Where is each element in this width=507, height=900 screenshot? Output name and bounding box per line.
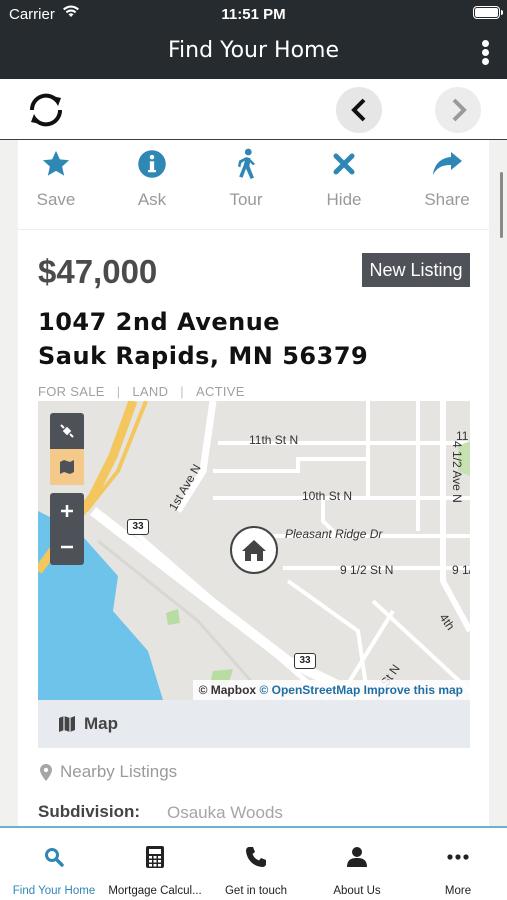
- address-line-1: 1047 2nd Avenue: [38, 308, 281, 336]
- close-icon: [306, 148, 382, 180]
- map-toggle-button[interactable]: Map: [38, 700, 470, 748]
- search-icon: [4, 842, 104, 872]
- user-icon: [307, 842, 407, 872]
- ask-button[interactable]: Ask: [114, 148, 190, 210]
- tab-about-us[interactable]: About Us: [307, 842, 407, 897]
- tab-label: Get in touch: [224, 885, 287, 897]
- map-label: Pleasant Ridge Dr: [285, 527, 383, 541]
- meta-type: FOR SALE: [38, 384, 105, 399]
- status-badge: New Listing: [362, 253, 470, 287]
- zoom-out-button[interactable]: [50, 529, 84, 565]
- map-attribution: © Mapbox © OpenStreetMap Improve this ma…: [192, 680, 470, 700]
- mapbox-attribution[interactable]: © Mapbox: [199, 683, 257, 697]
- tab-mortgage-calculator[interactable]: Mortgage Calcul...: [105, 842, 205, 897]
- map-label: 11: [456, 429, 469, 443]
- subdivision-label: Subdivision:: [38, 802, 140, 821]
- kebab-menu-icon[interactable]: [479, 40, 491, 68]
- map-controls: [50, 413, 84, 573]
- meta-category: LAND: [132, 384, 169, 399]
- listing-pin-icon[interactable]: [230, 526, 278, 574]
- osm-attribution[interactable]: © OpenStreetMap: [259, 683, 360, 697]
- tab-bar: Find Your Home Mortgage Calcul... Get in…: [0, 826, 507, 900]
- map-icon: [58, 715, 76, 738]
- share-button[interactable]: Share: [409, 148, 485, 210]
- map-toggle-label: Map: [84, 714, 118, 733]
- address-line-2: Sauk Rapids, MN 56379: [38, 342, 369, 370]
- tab-label: About Us: [333, 885, 381, 897]
- listing-actions: Save Ask Tour Hide Share: [18, 140, 489, 230]
- more-icon: [408, 842, 507, 872]
- star-icon: [18, 148, 94, 180]
- map-label: 9 1/2 St N: [340, 563, 394, 577]
- listing-meta: FOR SALE | LAND | ACTIVE: [38, 384, 245, 399]
- map-label: 11th St N: [249, 433, 299, 447]
- save-label: Save: [36, 190, 76, 209]
- next-button[interactable]: [435, 87, 481, 133]
- listing-card: Save Ask Tour Hide Share $47,000 New Lis…: [18, 140, 489, 826]
- highway-shield: 33: [127, 519, 149, 535]
- location-pin-icon: [40, 764, 52, 786]
- street-map-icon[interactable]: [50, 449, 84, 485]
- status-bar: Carrier 11:51 PM: [0, 0, 507, 28]
- share-icon: [409, 148, 485, 180]
- hide-button[interactable]: Hide: [306, 148, 382, 210]
- save-button[interactable]: Save: [18, 148, 94, 210]
- tab-label: Find Your Home: [12, 885, 96, 897]
- improve-map-link[interactable]: Improve this map: [364, 683, 463, 697]
- ask-label: Ask: [137, 190, 167, 209]
- walking-icon: [208, 148, 284, 180]
- map-label: 9 1/: [452, 563, 470, 577]
- map-view[interactable]: 11th St N 10th St N Pleasant Ridge Dr 9 …: [38, 401, 470, 700]
- nearby-listings-link[interactable]: Nearby Listings: [60, 762, 177, 782]
- tab-more[interactable]: More: [408, 842, 507, 897]
- battery-icon: [473, 6, 503, 19]
- top-bar: Carrier 11:51 PM Find Your Home: [0, 0, 507, 79]
- zoom-in-button[interactable]: [50, 493, 84, 529]
- satellite-icon[interactable]: [50, 413, 84, 449]
- tab-get-in-touch[interactable]: Get in touch: [206, 842, 306, 897]
- tab-label: More: [444, 885, 472, 897]
- previous-button[interactable]: [336, 87, 382, 133]
- tab-find-your-home[interactable]: Find Your Home: [4, 842, 104, 897]
- page-title: Find Your Home: [168, 38, 339, 63]
- hide-label: Hide: [326, 190, 362, 209]
- phone-icon: [206, 842, 306, 872]
- tour-label: Tour: [229, 190, 263, 209]
- map-label: 10th St N: [302, 489, 353, 503]
- share-label: Share: [424, 190, 470, 209]
- listing-price: $47,000: [38, 253, 158, 290]
- info-icon: [114, 148, 190, 180]
- chevron-right-icon: [452, 98, 467, 122]
- calculator-icon: [105, 842, 205, 872]
- refresh-icon[interactable]: [24, 88, 68, 132]
- toolbar: [0, 79, 507, 140]
- meta-status: ACTIVE: [195, 384, 245, 399]
- scrollbar[interactable]: [500, 172, 503, 238]
- tab-label: Mortgage Calcul...: [108, 885, 202, 897]
- clock: 11:51 PM: [221, 6, 286, 23]
- highway-shield: 33: [294, 653, 316, 669]
- subdivision-value: Osauka Woods: [167, 803, 283, 822]
- chevron-left-icon: [351, 98, 366, 122]
- map-label: 4 1/2 Ave N: [450, 441, 464, 503]
- tour-button[interactable]: Tour: [208, 148, 284, 210]
